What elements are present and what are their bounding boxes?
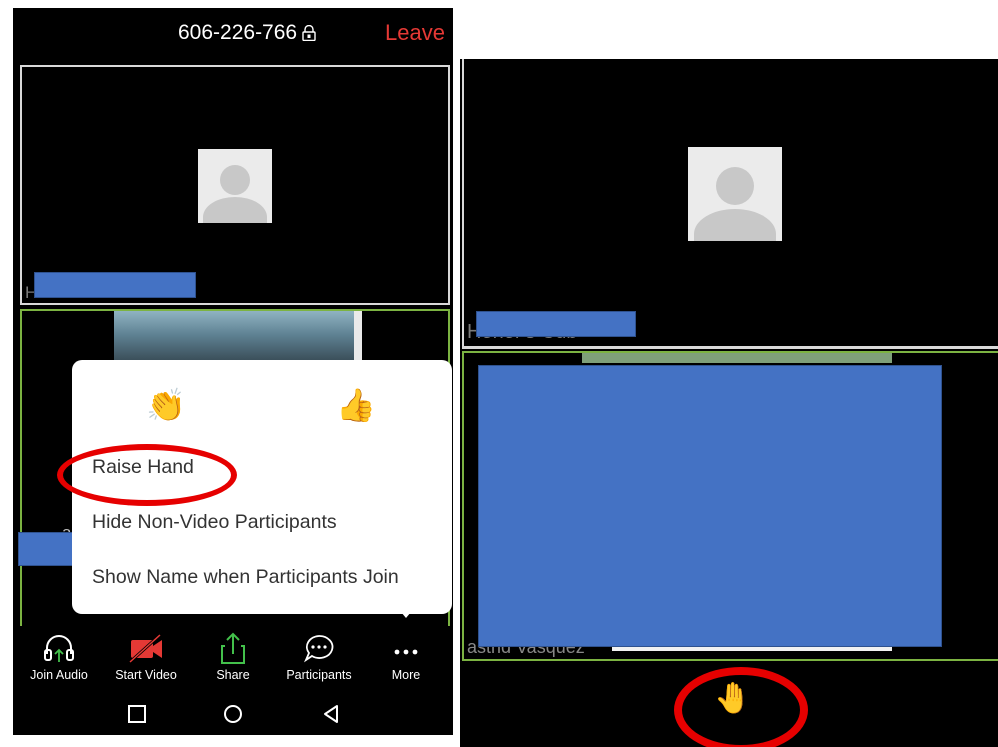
home-icon[interactable] — [221, 702, 245, 726]
share-icon — [221, 632, 245, 664]
thumbs-up-reaction-button[interactable]: 👍 — [336, 386, 376, 424]
start-video-button[interactable]: Start Video — [104, 626, 188, 696]
meeting-id: 606-226-766 — [178, 21, 298, 44]
default-avatar-icon — [688, 147, 782, 241]
start-video-label: Start Video — [115, 668, 177, 682]
meeting-toolbar: Join Audio Start Video Share Participant… — [13, 626, 453, 696]
meeting-topbar: 606-226-766 Leave — [13, 8, 453, 58]
raised-hand-icon: 🤚 — [714, 682, 752, 715]
highlight-ring-annotation — [57, 444, 237, 506]
android-nav-bar — [13, 696, 453, 735]
recent-apps-icon[interactable] — [125, 702, 149, 726]
redaction-box — [34, 272, 196, 298]
participants-label: Participants — [286, 668, 352, 682]
video-off-icon — [128, 633, 162, 664]
default-avatar-icon — [198, 149, 272, 223]
lock-icon — [302, 25, 316, 41]
share-button[interactable]: Share — [191, 626, 275, 696]
share-label: Share — [216, 668, 250, 682]
left-phone-screen: 606-226-766 Leave Honor's Cub astrid 👏 👍… — [13, 8, 453, 735]
clap-reaction-button[interactable]: 👏 — [146, 386, 186, 424]
join-audio-button[interactable]: Join Audio — [17, 626, 101, 696]
menu-pointer — [396, 606, 416, 618]
leave-button[interactable]: Leave — [385, 20, 445, 46]
participants-button[interactable]: Participants — [277, 626, 361, 696]
more-button[interactable]: More — [364, 626, 448, 696]
participant-tile[interactable]: Honor's Cub — [20, 65, 450, 305]
redaction-box — [18, 532, 80, 566]
redaction-box — [476, 311, 636, 337]
back-icon[interactable] — [319, 702, 343, 726]
show-name-on-join-menu-item[interactable]: Show Name when Participants Join — [92, 566, 399, 589]
right-phone-screen: Honor's Cub astrid Vasquez 🤚 — [460, 59, 998, 747]
hide-non-video-menu-item[interactable]: Hide Non-Video Participants — [92, 511, 337, 534]
headphones-icon — [44, 635, 74, 662]
more-dots-icon — [394, 649, 418, 655]
participant-tile[interactable]: Honor's Cub — [462, 59, 998, 349]
chat-bubble-icon — [303, 635, 334, 663]
redaction-box — [478, 365, 942, 647]
join-audio-label: Join Audio — [30, 668, 88, 682]
more-label: More — [391, 668, 421, 682]
participant-video — [582, 353, 892, 363]
participant-tile-active[interactable]: astrid Vasquez — [462, 351, 998, 661]
